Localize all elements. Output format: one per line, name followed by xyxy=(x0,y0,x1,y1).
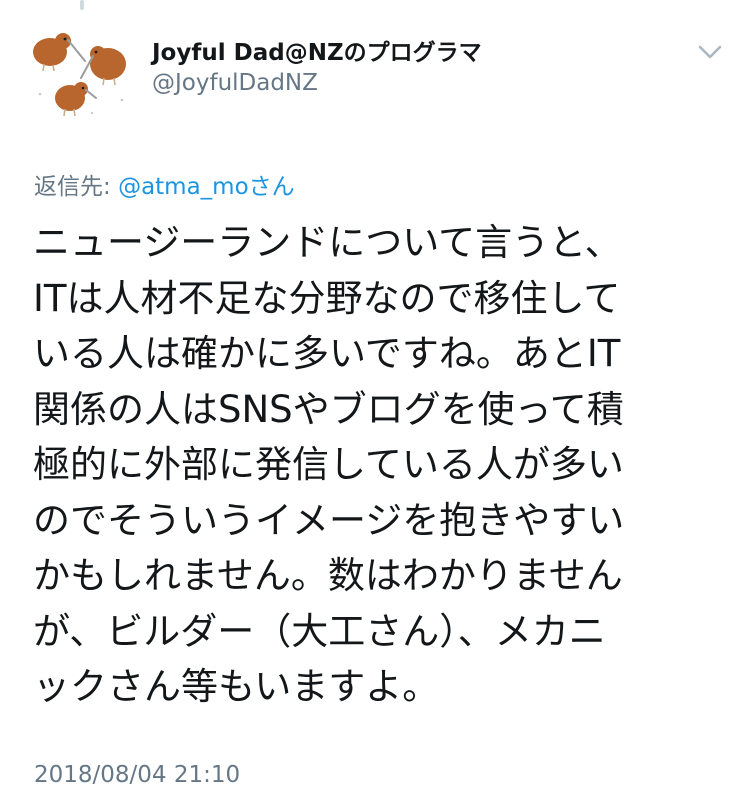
author-display-name[interactable]: Joyful Dad@NZのプログラマ xyxy=(152,33,482,67)
tweet-text-line: ITは人材不足な分野なので移住して xyxy=(33,276,621,320)
tweet-text-line: かもしれません。数はわかりません xyxy=(33,554,623,597)
tweet-text-line: ニュージーランドについて言うと、 xyxy=(33,221,622,264)
tweet-timestamp[interactable]: 2018/08/04 21:10 xyxy=(34,762,240,788)
tweet-body: ニュージーランドについて言うと、 ITは人材不足な分野なので移住して いる人は確… xyxy=(33,215,723,715)
reply-prefix-label: 返信先: xyxy=(34,174,119,200)
reply-mention-link[interactable]: @atma_moさん xyxy=(118,174,295,200)
tweet-card: Joyful Dad@NZのプログラマ @JoyfulDadNZ 返信先: @a… xyxy=(0,0,750,811)
tweet-text-line: のでそういうイメージを抱きやすい xyxy=(33,498,625,542)
kiwi-bird-left-icon xyxy=(33,33,86,72)
reply-to-line: 返信先: @atma_moさん xyxy=(34,167,295,201)
tweet-text-line: が、ビルダー（大工さん）、メカニ xyxy=(33,609,606,653)
kiwi-bird-right-icon xyxy=(80,46,126,86)
tweet-text-line: 極的に外部に発信している人が多い xyxy=(33,443,624,486)
chevron-down-icon[interactable] xyxy=(696,40,724,64)
kiwi-birds-avatar-icon[interactable] xyxy=(26,18,138,130)
tweet-text-line: いる人は確かに多いですね。あとIT xyxy=(33,332,621,375)
kiwi-bird-bottom-icon xyxy=(55,82,97,117)
tweet-text-line: ックさん等もいますよ。 xyxy=(33,665,440,708)
author-handle[interactable]: @JoyfulDadNZ xyxy=(152,70,318,96)
thread-connector-line xyxy=(80,0,84,10)
tweet-text-line: 関係の人はSNSやブログを使って積 xyxy=(33,387,624,431)
